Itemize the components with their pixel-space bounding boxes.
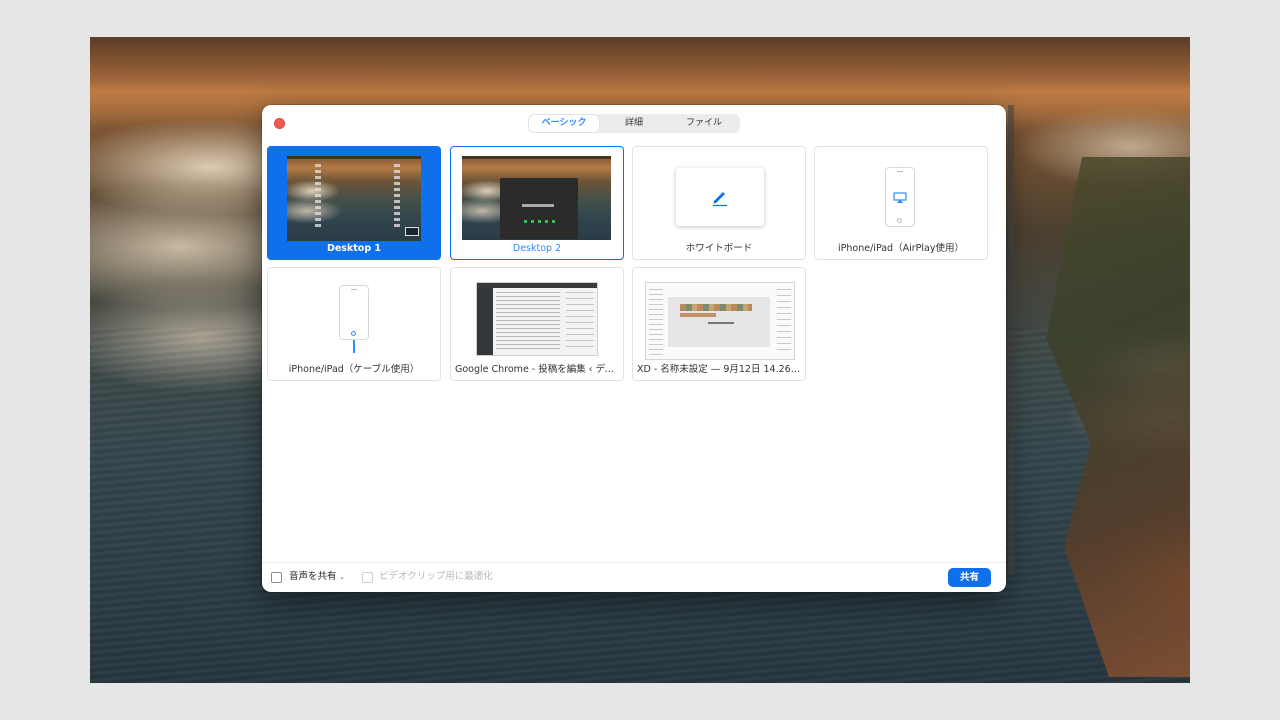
tile-label: Google Chrome - 投稿を編集 ‹ ディ… <box>455 364 619 375</box>
optimize-video-checkbox[interactable] <box>362 572 373 583</box>
tile-iphone-airplay[interactable]: iPhone/iPad（AirPlay使用） <box>814 146 988 260</box>
iphone-thumbnail <box>885 167 915 227</box>
whiteboard-thumbnail <box>676 168 764 226</box>
tile-label: ホワイトボード <box>685 243 753 254</box>
tab-bar: ベーシック 詳細 ファイル <box>528 114 740 133</box>
tile-whiteboard[interactable]: ホワイトボード <box>632 146 806 260</box>
tile-xd[interactable]: XD - 名称未設定 — 9月12日 14.26.40 <box>632 267 806 381</box>
share-screen-dialog: ベーシック 詳細 ファイル Desktop 1 Desktop 2 ホワイトボー… <box>262 105 1006 592</box>
tab-advanced[interactable]: 詳細 <box>599 115 669 132</box>
share-audio-checkbox[interactable] <box>271 572 282 583</box>
cable-icon <box>351 331 356 336</box>
tile-label: Desktop 1 <box>326 243 382 254</box>
iphone-thumbnail <box>339 285 369 340</box>
pencil-icon <box>713 192 727 207</box>
tile-google-chrome[interactable]: Google Chrome - 投稿を編集 ‹ ディ… <box>450 267 624 381</box>
chevron-down-icon[interactable]: ⌄ <box>339 571 345 583</box>
tile-label: Desktop 2 <box>512 243 562 254</box>
airplay-icon <box>893 192 907 203</box>
footer-divider <box>262 562 1006 563</box>
optimize-video-label: ビデオクリップ用に最適化 <box>379 571 493 582</box>
tile-desktop-2[interactable]: Desktop 2 <box>450 146 624 260</box>
tab-files[interactable]: ファイル <box>669 115 739 132</box>
tile-iphone-cable[interactable]: iPhone/iPad（ケーブル使用） <box>267 267 441 381</box>
desktop-2-thumbnail <box>462 156 611 240</box>
tab-basic[interactable]: ベーシック <box>529 115 599 132</box>
tile-label: XD - 名称未設定 — 9月12日 14.26.40 <box>637 364 801 375</box>
xd-window-thumbnail <box>645 282 795 360</box>
tile-label: iPhone/iPad（ケーブル使用） <box>288 364 420 375</box>
background-window-edge <box>1008 105 1014 575</box>
tile-label: iPhone/iPad（AirPlay使用） <box>838 243 964 254</box>
share-button[interactable]: 共有 <box>948 568 991 587</box>
chrome-window-thumbnail <box>476 282 598 356</box>
tile-desktop-1[interactable]: Desktop 1 <box>267 146 441 260</box>
desktop-1-thumbnail <box>287 156 421 241</box>
share-audio-label[interactable]: 音声を共有 <box>289 571 337 583</box>
cable-line <box>353 340 355 353</box>
close-button[interactable] <box>274 118 285 129</box>
